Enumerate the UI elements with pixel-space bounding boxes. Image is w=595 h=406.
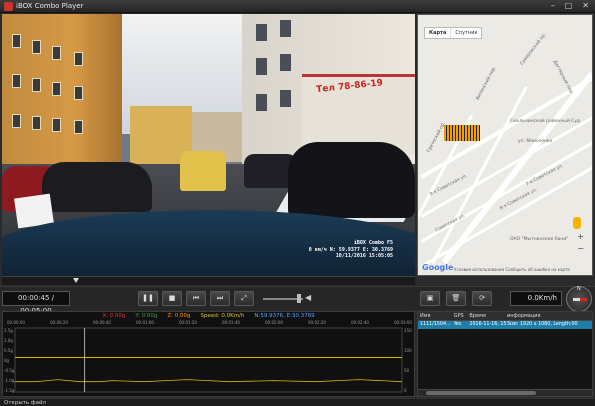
cell-gps: Yes [453, 322, 462, 327]
graph-frame [14, 327, 403, 393]
title-bar: iBOX Combo Player – □ ✕ [0, 0, 595, 13]
cell-name: 1111/1504... [420, 322, 451, 327]
graph-y-label: -0.5g [4, 368, 15, 373]
speed-display: 0.0Km/h [510, 291, 562, 306]
cell-time: 2016-11-16, 15:5 [469, 322, 507, 327]
zoom-in-button[interactable]: + [577, 231, 584, 243]
video-building-left [2, 14, 122, 184]
table-row[interactable]: 1111/1504... Yes 2016-11-16, 15:5 Size: … [418, 321, 592, 329]
z-series-line [15, 379, 403, 383]
graph-tick-label: 00:03:00 [394, 320, 412, 325]
map-panel[interactable]: Карта Спутник Суворовский пр. Смольнинск… [417, 14, 593, 276]
graph-y-label: 1.0g [4, 338, 13, 343]
close-button[interactable]: ✕ [582, 1, 589, 10]
graph-y-label: 0.5g [4, 348, 13, 353]
map-label: Дегтярный пер. [551, 59, 574, 96]
map-label: ОАО "Мытнинские бани" [510, 237, 569, 242]
compass-icon: N [566, 286, 592, 312]
scrollbar-thumb[interactable] [426, 391, 536, 395]
prev-file-button[interactable]: ⏮ [186, 291, 206, 306]
stop-button[interactable]: ■ [162, 291, 182, 306]
graph-tick-label: 00:02:20 [308, 320, 326, 325]
seek-bar[interactable] [2, 276, 415, 285]
table-horizontal-scrollbar[interactable] [418, 389, 592, 396]
graph-y-right-label: 50 [404, 368, 410, 373]
map-label: Виленский пер. [475, 65, 498, 102]
tab-map[interactable]: Карта [425, 28, 452, 38]
graph-tick-label: 00:02:40 [351, 320, 369, 325]
graph-tick-label: 00:00:20 [50, 320, 68, 325]
graph-tick-label: 00:02:00 [265, 320, 283, 325]
delete-button[interactable]: 🗑 [446, 291, 466, 306]
file-info-table[interactable]: Имя GPS Время информация 1111/1504... Ye… [417, 311, 593, 397]
google-logo: Google [422, 263, 454, 272]
maximize-button[interactable]: □ [565, 1, 573, 10]
map-label: ул. Моисеенко [518, 139, 553, 144]
shop-sign: Тел 78-86-19 [315, 78, 384, 96]
graph-y-label: -1.5g [4, 388, 15, 393]
graph-plot: 1.5g 1.0g 0.5g 0g -0.5g -1.0g -1.5g 150 100 50 0 [4, 327, 412, 393]
car-black-left [42, 162, 152, 212]
map-zoom-controls: + − [577, 231, 584, 255]
graph-y-label: 1.5g [4, 328, 13, 333]
graph-tick-label: 00:01:20 [179, 320, 197, 325]
refresh-button[interactable]: ⟳ [472, 291, 492, 306]
osd-datetime: 10/11/2016 15:05:05 [335, 253, 393, 259]
control-bar: 00:00:45 / 00:05:00 ❚❚ ■ ⏮ ⏭ ⤢ ◀ ▣ 🗑 ⟳ 0… [0, 286, 595, 315]
graph-y-right-label: 100 [404, 348, 412, 353]
graph-y-label: -1.0g [4, 378, 15, 383]
zoom-out-button[interactable]: − [577, 243, 584, 255]
graph-y-right-label: 0 [404, 388, 407, 393]
table-header: Имя GPS Время информация [418, 312, 592, 321]
seek-thumb[interactable] [73, 278, 79, 283]
map-footer[interactable]: Условия использования Сообщить об ошибке… [454, 267, 570, 272]
cell-info: Size: 1920 x 1080, Length:00 [506, 322, 578, 327]
compass-north-label: N [577, 286, 581, 292]
graph-tick-label: 00:00:00 [7, 320, 25, 325]
map-type-tabs: Карта Спутник [424, 27, 483, 39]
graph-tick-label: 00:01:00 [136, 320, 154, 325]
graph-tick-label: 00:00:40 [93, 320, 111, 325]
map-label: Смольнинский районный Суд [510, 119, 581, 124]
window-title: iBOX Combo Player [16, 2, 84, 10]
street-view-pegman-icon[interactable] [573, 217, 581, 229]
gps-route-marker [444, 125, 480, 141]
tab-satellite[interactable]: Спутник [451, 28, 481, 38]
pause-button[interactable]: ❚❚ [138, 291, 158, 306]
app-icon [4, 2, 13, 11]
graph-y-label: 0g [4, 358, 10, 363]
status-bar: Открыть файл [0, 398, 595, 406]
capture-button[interactable]: ▣ [420, 291, 440, 306]
next-file-button[interactable]: ⏭ [210, 291, 230, 306]
graph-tick-label: 00:01:40 [222, 320, 240, 325]
map-label: Суворовский пр. [519, 32, 548, 67]
col-name[interactable]: Имя [418, 312, 454, 320]
minimize-button[interactable]: – [551, 1, 555, 10]
time-display: 00:00:45 / 00:05:00 [2, 291, 70, 315]
video-osd: iBOX Combo F5 0 км/ч N: 59.9377 E: 30.37… [309, 240, 393, 260]
col-info[interactable]: информация [507, 312, 592, 320]
speaker-icon[interactable]: ◀ [305, 293, 311, 302]
video-frame[interactable]: Тел 78-86-19 iBOX Combo F5 0 км/ч N: 59.… [2, 14, 415, 276]
car-black-right [288, 142, 415, 218]
fullscreen-button[interactable]: ⤢ [234, 291, 254, 306]
sensor-graph[interactable]: X: 0.00g Y: 0.00g Z: 0.00g Speed: 0.0Km/… [2, 311, 415, 397]
car-yellow [180, 151, 226, 191]
col-gps[interactable]: GPS [454, 312, 470, 320]
compass-needle [573, 298, 587, 301]
volume-slider-thumb[interactable] [297, 294, 301, 303]
graph-y-right-label: 150 [404, 328, 412, 333]
col-time[interactable]: Время [469, 312, 507, 320]
